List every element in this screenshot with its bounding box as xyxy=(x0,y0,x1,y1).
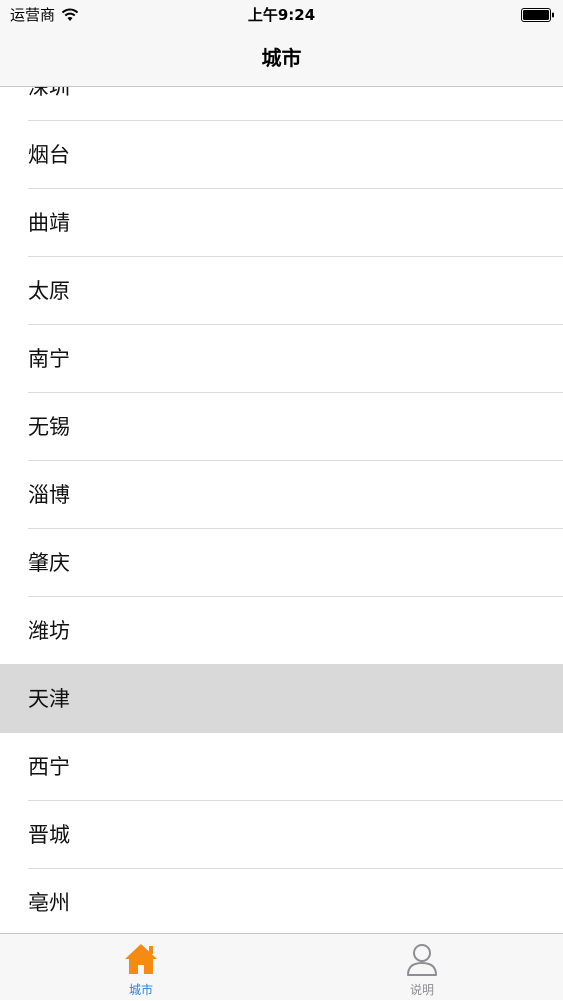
city-row[interactable]: 烟台 xyxy=(0,121,563,189)
city-name: 亳州 xyxy=(28,891,70,915)
city-row[interactable]: 无锡 xyxy=(0,393,563,461)
city-name: 西宁 xyxy=(28,755,70,779)
city-row[interactable]: 淄博 xyxy=(0,461,563,529)
tab-bar: 城市 说明 xyxy=(0,933,563,1000)
status-time: 上午9:24 xyxy=(247,6,316,24)
tab-info-label: 说明 xyxy=(409,983,434,997)
city-name: 烟台 xyxy=(28,143,70,167)
city-row[interactable]: 深圳 xyxy=(0,87,563,121)
city-row[interactable]: 曲靖 xyxy=(0,189,563,257)
city-row[interactable]: 天津 xyxy=(0,665,563,733)
house-icon xyxy=(125,944,157,974)
city-row[interactable]: 晋城 xyxy=(0,801,563,869)
city-name: 无锡 xyxy=(28,415,70,439)
tab-city[interactable]: 城市 xyxy=(71,934,211,1001)
city-name: 潍坊 xyxy=(28,619,70,643)
status-bar: 运营商 上午9:24 xyxy=(0,0,563,30)
city-name: 南宁 xyxy=(28,347,70,371)
city-row[interactable]: 太原 xyxy=(0,257,563,325)
city-name: 深圳 xyxy=(28,87,70,99)
page-title: 城市 xyxy=(261,46,302,70)
battery-icon xyxy=(521,8,554,22)
tab-info[interactable]: 说明 xyxy=(352,934,492,1001)
city-row[interactable]: 西宁 xyxy=(0,733,563,801)
city-name: 太原 xyxy=(28,279,70,303)
city-name: 曲靖 xyxy=(28,211,70,235)
city-row[interactable]: 南宁 xyxy=(0,325,563,393)
city-name: 肇庆 xyxy=(28,551,70,575)
navigation-bar: 城市 xyxy=(0,30,563,87)
city-name: 晋城 xyxy=(28,823,70,847)
person-icon xyxy=(407,944,437,976)
city-name: 天津 xyxy=(28,687,70,711)
city-row[interactable]: 肇庆 xyxy=(0,529,563,597)
city-list[interactable]: 深圳烟台曲靖太原南宁无锡淄博肇庆潍坊天津西宁晋城亳州 xyxy=(0,87,563,933)
tab-city-label: 城市 xyxy=(128,983,153,997)
city-row[interactable]: 潍坊 xyxy=(0,597,563,665)
city-list-content: 深圳烟台曲靖太原南宁无锡淄博肇庆潍坊天津西宁晋城亳州 xyxy=(0,87,563,933)
city-name: 淄博 xyxy=(28,483,70,507)
city-row[interactable]: 亳州 xyxy=(0,869,563,933)
